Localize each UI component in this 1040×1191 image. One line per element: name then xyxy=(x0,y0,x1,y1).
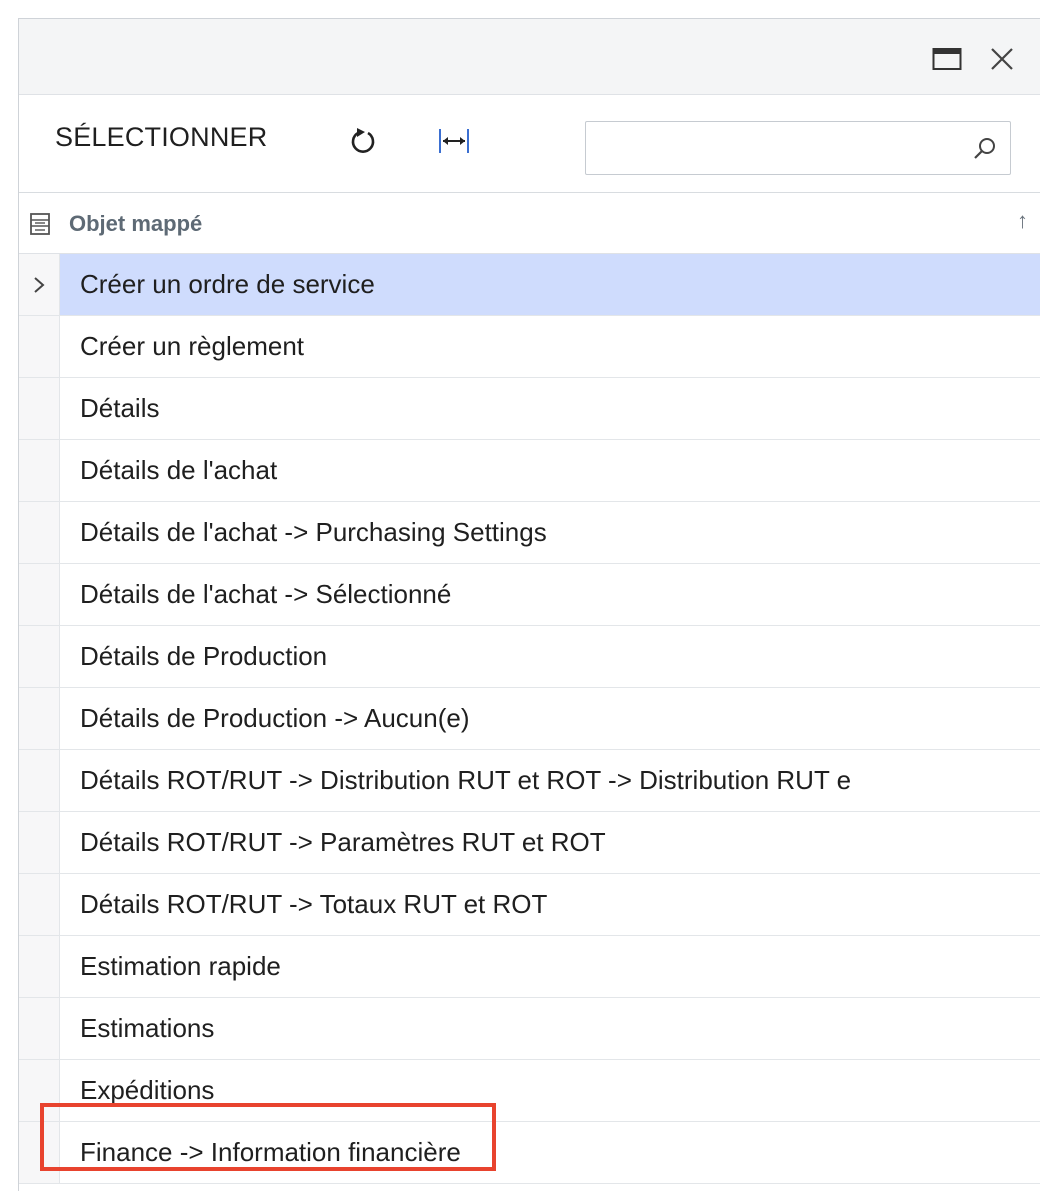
grid-rows: Créer un ordre de service Créer un règlem… xyxy=(19,254,1040,1184)
fit-columns-button[interactable] xyxy=(437,124,471,158)
table-row[interactable]: Détails de l'achat xyxy=(19,440,1040,502)
row-selector[interactable] xyxy=(19,750,60,812)
table-cell-mapped-object[interactable]: Détails de l'achat -> Sélectionné xyxy=(60,564,1040,626)
table-cell-mapped-object[interactable]: Créer un ordre de service xyxy=(60,254,1040,316)
table-row[interactable]: Estimations xyxy=(19,998,1040,1060)
sort-ascending-icon[interactable]: ↑ xyxy=(1017,208,1028,234)
row-selector[interactable] xyxy=(19,254,60,316)
row-selector[interactable] xyxy=(19,1060,60,1122)
refresh-button[interactable] xyxy=(346,124,380,158)
column-settings-button[interactable] xyxy=(19,193,60,254)
table-row[interactable]: Détails de Production xyxy=(19,626,1040,688)
table-row[interactable]: Détails de Production -> Aucun(e) xyxy=(19,688,1040,750)
grid-toolbar: SÉLECTIONNER xyxy=(19,95,1040,193)
row-selector[interactable] xyxy=(19,812,60,874)
table-row[interactable]: Détails de l'achat -> Purchasing Setting… xyxy=(19,502,1040,564)
table-cell-mapped-object[interactable]: Estimation rapide xyxy=(60,936,1040,998)
table-row[interactable]: Finance -> Information financière xyxy=(19,1122,1040,1184)
row-selector[interactable] xyxy=(19,502,60,564)
row-selector[interactable] xyxy=(19,998,60,1060)
table-cell-mapped-object[interactable]: Détails de Production xyxy=(60,626,1040,688)
row-selector[interactable] xyxy=(19,564,60,626)
table-cell-mapped-object[interactable]: Détails de l'achat xyxy=(60,440,1040,502)
table-row[interactable]: Détails ROT/RUT -> Distribution RUT et R… xyxy=(19,750,1040,812)
table-row[interactable]: Détails xyxy=(19,378,1040,440)
search-box xyxy=(585,121,1011,175)
chevron-right-icon xyxy=(34,276,45,293)
close-button[interactable] xyxy=(987,44,1017,74)
table-cell-mapped-object[interactable]: Estimations xyxy=(60,998,1040,1060)
column-header-mapped-object[interactable]: Objet mappé xyxy=(69,211,202,237)
table-cell-mapped-object[interactable]: Détails de l'achat -> Purchasing Setting… xyxy=(60,502,1040,564)
table-cell-mapped-object[interactable]: Créer un règlement xyxy=(60,316,1040,378)
table-cell-mapped-object[interactable]: Détails de Production -> Aucun(e) xyxy=(60,688,1040,750)
table-row[interactable]: Créer un règlement xyxy=(19,316,1040,378)
column-settings-icon xyxy=(29,212,50,235)
table-row[interactable]: Estimation rapide xyxy=(19,936,1040,998)
table-cell-mapped-object[interactable]: Détails ROT/RUT -> Paramètres RUT et ROT xyxy=(60,812,1040,874)
row-selector[interactable] xyxy=(19,316,60,378)
refresh-icon xyxy=(351,128,375,153)
row-selector[interactable] xyxy=(19,626,60,688)
table-cell-mapped-object[interactable]: Expéditions xyxy=(60,1060,1040,1122)
close-icon xyxy=(991,48,1013,70)
row-selector[interactable] xyxy=(19,1122,60,1184)
mapped-object-dialog: SÉLECTIONNER Objet mappé ↑ Créer un ordr… xyxy=(18,18,1040,1191)
dialog-titlebar xyxy=(19,19,1040,95)
grid-header: Objet mappé ↑ xyxy=(19,193,1040,254)
fit-columns-icon xyxy=(439,129,469,153)
search-input[interactable] xyxy=(596,122,966,172)
row-selector[interactable] xyxy=(19,874,60,936)
table-row[interactable]: Créer un ordre de service xyxy=(19,254,1040,316)
search-icon[interactable] xyxy=(972,135,998,161)
table-row[interactable]: Expéditions xyxy=(19,1060,1040,1122)
row-selector[interactable] xyxy=(19,936,60,998)
row-selector[interactable] xyxy=(19,688,60,750)
table-cell-mapped-object[interactable]: Détails ROT/RUT -> Totaux RUT et ROT xyxy=(60,874,1040,936)
maximize-icon xyxy=(932,48,962,70)
table-row[interactable]: Détails ROT/RUT -> Paramètres RUT et ROT xyxy=(19,812,1040,874)
table-cell-mapped-object[interactable]: Détails ROT/RUT -> Distribution RUT et R… xyxy=(60,750,1040,812)
row-selector[interactable] xyxy=(19,378,60,440)
table-cell-mapped-object[interactable]: Finance -> Information financière xyxy=(60,1122,1040,1184)
table-row[interactable]: Détails ROT/RUT -> Totaux RUT et ROT xyxy=(19,874,1040,936)
select-button[interactable]: SÉLECTIONNER xyxy=(55,122,267,153)
maximize-button[interactable] xyxy=(932,44,962,74)
table-row[interactable]: Détails de l'achat -> Sélectionné xyxy=(19,564,1040,626)
row-selector[interactable] xyxy=(19,440,60,502)
table-cell-mapped-object[interactable]: Détails xyxy=(60,378,1040,440)
